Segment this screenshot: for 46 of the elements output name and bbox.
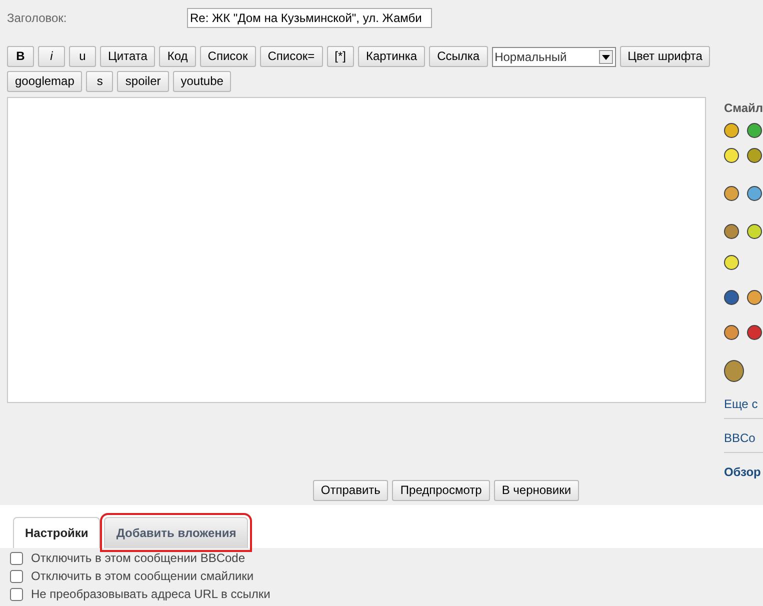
smiley-icon[interactable]	[724, 360, 744, 382]
smiley-icon[interactable]	[746, 224, 762, 239]
toolbar-button[interactable]: Код	[159, 46, 196, 67]
smiley-icon[interactable]	[724, 224, 739, 239]
smiley-icon[interactable]	[746, 290, 762, 305]
toolbar-button[interactable]: [*]	[326, 46, 354, 67]
tab[interactable]: Настройки	[13, 517, 100, 548]
checkbox[interactable]	[10, 552, 23, 564]
toolbar-button[interactable]: Картинка	[358, 46, 426, 67]
checkbox-label: Отключить в этом сообщении BBCode	[31, 550, 246, 567]
smiley-icon[interactable]	[746, 325, 762, 340]
panel-link[interactable]: Обзор	[724, 458, 763, 486]
toolbar-button[interactable]: Цвет шрифта	[620, 46, 710, 67]
toolbar-button[interactable]: i	[38, 46, 65, 67]
checkbox-label: Не преобразовывать адреса URL в ссылки	[31, 586, 270, 603]
smiley-icon[interactable]	[724, 290, 739, 305]
checkbox-label: Отключить в этом сообщении смайлики	[31, 568, 254, 585]
action-button[interactable]: Предпросмотр	[392, 480, 490, 501]
smiley-icon[interactable]	[724, 148, 739, 163]
smiley-icon[interactable]	[724, 255, 739, 270]
toolbar-button[interactable]: Список	[200, 46, 256, 67]
action-button[interactable]: Отправить	[312, 480, 388, 501]
panel-link[interactable]: Еще с	[724, 390, 763, 419]
smiley-icon[interactable]	[724, 325, 739, 340]
checkbox[interactable]	[10, 588, 23, 600]
toolbar-button[interactable]: Цитата	[100, 46, 156, 67]
smiley-icon[interactable]	[724, 123, 739, 138]
font-size-select[interactable]: Нормальный	[492, 46, 616, 66]
toolbar-button[interactable]: B	[7, 46, 34, 67]
toolbar-button[interactable]: Список=	[260, 46, 323, 67]
toolbar-button[interactable]: Ссылка	[429, 46, 488, 67]
toolbar-button[interactable]: s	[86, 71, 114, 92]
smiley-icon[interactable]	[746, 123, 762, 138]
smiley-icon[interactable]	[746, 148, 762, 163]
toolbar-button[interactable]: u	[69, 46, 96, 67]
field-label: Заголовок:	[7, 10, 68, 26]
toolbar-button[interactable]: googlemap	[7, 71, 82, 92]
toolbar-button[interactable]: spoiler	[117, 71, 169, 92]
subject-field[interactable]: Re: ЖК "Дом на Кузьминской", ул. Жамби	[187, 8, 432, 28]
action-button[interactable]: В черновики	[494, 480, 580, 501]
panel-title: Смайл	[724, 100, 763, 117]
toolbar-button[interactable]: youtube	[172, 71, 232, 92]
panel-link[interactable]: BBCo	[724, 424, 763, 453]
smiley-icon[interactable]	[746, 186, 762, 201]
smiley-icon[interactable]	[724, 186, 739, 201]
checkbox[interactable]	[10, 570, 23, 582]
